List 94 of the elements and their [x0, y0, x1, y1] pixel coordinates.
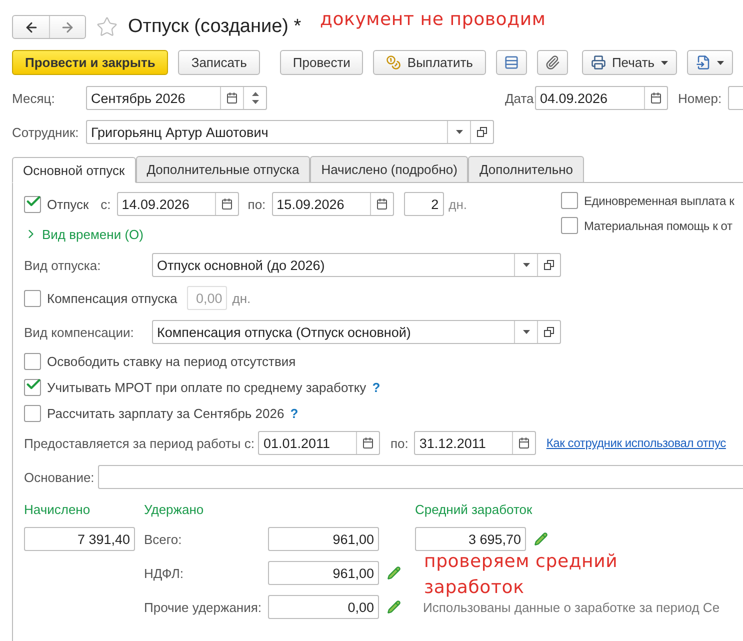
compensation-type-field[interactable]: Компенсация отпуска (Отпуск основной): [152, 320, 561, 344]
field-label: Сотрудник:: [12, 124, 80, 140]
field-label: Номер:: [678, 90, 722, 106]
open-icon[interactable]: [544, 260, 554, 270]
tab[interactable]: Начислено (подробно): [310, 156, 468, 182]
date-field[interactable]: 31.12.2011: [414, 431, 536, 455]
field-label: Дата:: [505, 90, 535, 106]
calendar-icon[interactable]: [226, 92, 238, 104]
checkbox-label: Отпуск: [47, 196, 89, 212]
vacation-type-field[interactable]: Отпуск основной (до 2026): [152, 253, 561, 277]
field-label: Предоставляется за период работы с:: [24, 436, 254, 450]
coins-icon: [386, 55, 402, 70]
menu-button[interactable]: [686, 50, 733, 75]
amount-field[interactable]: 961,00: [268, 561, 379, 585]
toolbar-button[interactable]: [496, 50, 527, 75]
date-field[interactable]: 15.09.2026: [272, 192, 394, 216]
forward-arrow-icon: [60, 20, 75, 34]
info-text: Использованы данные о заработке за период Се: [423, 600, 720, 614]
date-field[interactable]: 14.09.2026: [116, 192, 239, 216]
caret-icon: [660, 60, 668, 64]
help-link[interactable]: ?: [372, 380, 380, 394]
calendar-icon[interactable]: [362, 437, 374, 449]
window-title: Отпуск (создание) *: [128, 16, 302, 38]
amount-field[interactable]: 0,00: [268, 595, 379, 619]
month-field[interactable]: Сентябрь 2026: [86, 86, 267, 110]
star-icon[interactable]: [96, 16, 118, 38]
toolbar-button[interactable]: Записать: [178, 50, 260, 75]
basis-field[interactable]: [98, 465, 743, 489]
tab[interactable]: Дополнительные отпуска: [136, 156, 310, 182]
checkbox[interactable]: [24, 352, 41, 370]
open-icon[interactable]: [544, 327, 554, 337]
field-label: НДФЛ:: [144, 566, 185, 580]
annotation: документ не проводим: [320, 8, 546, 32]
checkbox[interactable]: [561, 217, 578, 234]
field-label: Вид компенсации:: [24, 324, 135, 340]
menu-button[interactable]: Печать: [582, 50, 677, 75]
vacation-usage-link[interactable]: Как сотрудник использовал отпус: [546, 436, 726, 450]
edit-icon[interactable]: [387, 566, 401, 580]
field-label: по:: [390, 436, 408, 450]
checkbox-label: Освободить ставку на период отсутствия: [47, 354, 296, 368]
unit-label: дн.: [232, 290, 251, 306]
field-label: Основание:: [24, 470, 94, 484]
checkbox[interactable]: [561, 192, 578, 209]
checkbox-label: Учитывать МРОТ при оплате по среднему заработку: [47, 380, 366, 394]
calendar-icon[interactable]: [376, 198, 388, 210]
field-label: Всего:: [144, 532, 183, 546]
average-earnings-field[interactable]: 3 695,70: [415, 527, 526, 551]
amount-field[interactable]: 961,00: [268, 527, 379, 551]
employee-field[interactable]: Григорьянц Артур Ашотович: [86, 120, 494, 144]
date-field[interactable]: 04.09.2026: [535, 86, 668, 110]
checkbox[interactable]: [24, 378, 41, 396]
tab[interactable]: Основной отпуск: [12, 157, 136, 183]
calendar-icon[interactable]: [518, 437, 530, 449]
unit-label: дн.: [448, 196, 468, 212]
field-label: Прочие удержания:: [144, 600, 263, 614]
field-label: Вид отпуска:: [24, 258, 102, 272]
field-label: с:: [100, 196, 111, 212]
time-kind-toggle[interactable]: Вид времени (О): [24, 226, 144, 242]
toolbar-button[interactable]: Выплатить: [373, 50, 486, 75]
open-icon[interactable]: [477, 127, 487, 137]
dropdown-icon[interactable]: [522, 330, 530, 334]
checkbox[interactable]: [24, 404, 41, 422]
file-arrow-icon: [696, 55, 711, 70]
post-and-close-button[interactable]: Провести и закрыть: [12, 50, 168, 75]
date-field[interactable]: 01.01.2011: [258, 431, 380, 455]
field-label: Месяц:: [12, 90, 56, 106]
number-field[interactable]: [728, 86, 743, 110]
paperclip-icon: [544, 55, 560, 70]
section-heading: Средний заработок: [415, 502, 534, 517]
dropdown-icon[interactable]: [522, 263, 530, 267]
edit-icon[interactable]: [534, 532, 548, 546]
checkbox[interactable]: [24, 196, 41, 212]
toolbar-button[interactable]: [536, 50, 568, 75]
checkbox-label: Компенсация отпуска: [47, 290, 178, 306]
checkbox-label: Материальная помощь к от: [584, 218, 732, 232]
calendar-icon[interactable]: [220, 198, 233, 210]
toolbar-button[interactable]: Провести: [280, 50, 364, 75]
tab[interactable]: Дополнительно: [468, 156, 584, 182]
caret-icon: [716, 60, 724, 64]
list-icon: [504, 55, 519, 70]
help-link[interactable]: ?: [290, 406, 298, 420]
dropdown-icon[interactable]: [456, 130, 462, 134]
accrued-field[interactable]: 7 391,40: [24, 527, 135, 551]
calendar-icon[interactable]: [650, 92, 662, 104]
printer-icon: [590, 55, 606, 70]
checkbox-label: Рассчитать зарплату за Сентябрь 2026: [47, 406, 284, 420]
section-heading: Удержано: [144, 502, 205, 517]
field-label: по:: [248, 196, 266, 212]
section-heading: Начислено: [24, 502, 92, 517]
annotation: проверяем средний заработок: [424, 550, 619, 600]
days-field[interactable]: 2: [404, 192, 444, 216]
checkbox-label: Единовременная выплата к: [584, 194, 734, 208]
edit-icon[interactable]: [387, 600, 401, 614]
spin-arrows-icon[interactable]: [252, 91, 258, 105]
